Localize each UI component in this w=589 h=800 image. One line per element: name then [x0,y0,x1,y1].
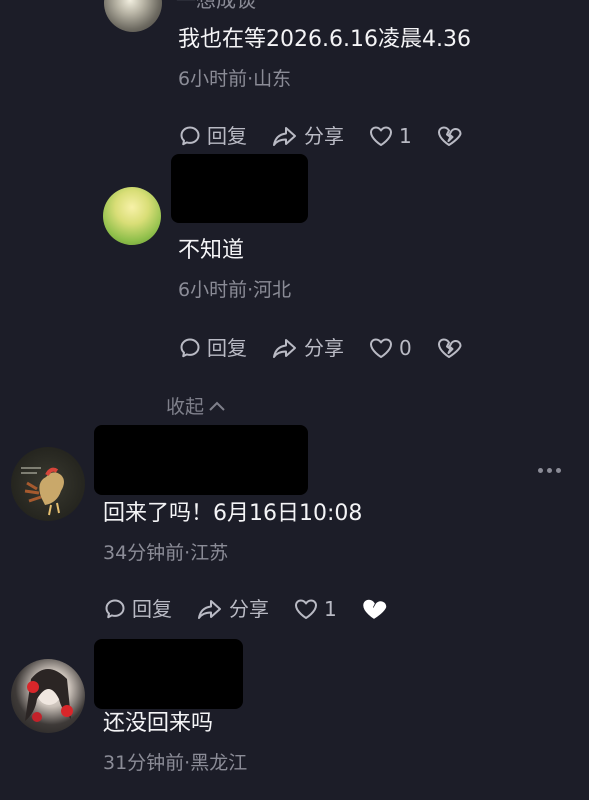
heart-icon [295,599,317,619]
avatar[interactable] [11,659,85,733]
comment-text: 不知道 [178,238,245,263]
like-count: 0 [399,336,412,360]
like-button[interactable]: 1 [293,594,337,624]
dislike-button[interactable] [436,124,467,148]
reply-button[interactable]: 回复 [178,333,247,363]
more-options-button[interactable] [538,468,561,473]
avatar[interactable] [11,447,85,521]
reply-bubble-icon [180,338,200,358]
comment-thread: 一想成谈 我也在等2026.6.16凌晨4.36 6小时前·山东 回复 分享 1… [0,0,589,800]
redacted-username [94,425,308,495]
comment-text: 回来了吗！6月16日10:08 [103,501,363,526]
broken-heart-icon [362,599,386,619]
collapse-label: 收起 [166,396,205,418]
reply-label: 回复 [207,124,247,148]
comment-text: 我也在等2026.6.16凌晨4.36 [178,27,471,52]
heart-icon [370,338,392,358]
comment-actions: 回复 分享 0 [178,333,491,363]
collapse-replies-button[interactable]: 收起 [166,392,226,419]
more-dots-icon [538,468,543,473]
redacted-username [94,639,243,709]
reply-bubble-icon [105,599,125,619]
like-button[interactable]: 0 [368,333,412,363]
reply-button[interactable]: 回复 [103,594,172,624]
dislike-button[interactable] [436,336,467,360]
dislike-button[interactable] [361,597,392,621]
comment-actions: 回复 分享 1 [103,594,416,624]
comment-actions: 回复 分享 1 [178,121,491,151]
share-button[interactable]: 分享 [271,121,344,151]
comment-text: 还没回来吗 [103,711,214,736]
redacted-username [171,154,308,223]
portrait-image [25,669,73,722]
reply-button[interactable]: 回复 [178,121,247,151]
username[interactable]: 一想成谈 [176,0,256,12]
reply-label: 回复 [207,336,247,360]
broken-heart-icon [437,126,462,146]
like-button[interactable]: 1 [368,121,412,151]
comment-meta: 6小时前·河北 [178,279,292,301]
share-arrow-icon [198,600,221,619]
reply-label: 回复 [132,597,172,621]
share-arrow-icon [273,127,296,146]
comment-meta: 31分钟前·黑龙江 [103,752,248,774]
share-label: 分享 [229,597,269,621]
avatar[interactable] [103,187,161,245]
share-button[interactable]: 分享 [196,594,269,624]
broken-heart-icon [437,338,462,358]
comment-meta: 34分钟前·江苏 [103,542,229,564]
chevron-up-icon [209,401,225,411]
rooster-image [21,467,64,516]
heart-icon [370,126,392,146]
share-arrow-icon [273,339,296,358]
share-label: 分享 [304,124,344,148]
reply-bubble-icon [180,126,200,146]
comment-meta: 6小时前·山东 [178,68,292,90]
like-count: 1 [399,124,412,148]
share-label: 分享 [304,336,344,360]
avatar[interactable] [104,0,162,32]
like-count: 1 [324,597,337,621]
share-button[interactable]: 分享 [271,333,344,363]
